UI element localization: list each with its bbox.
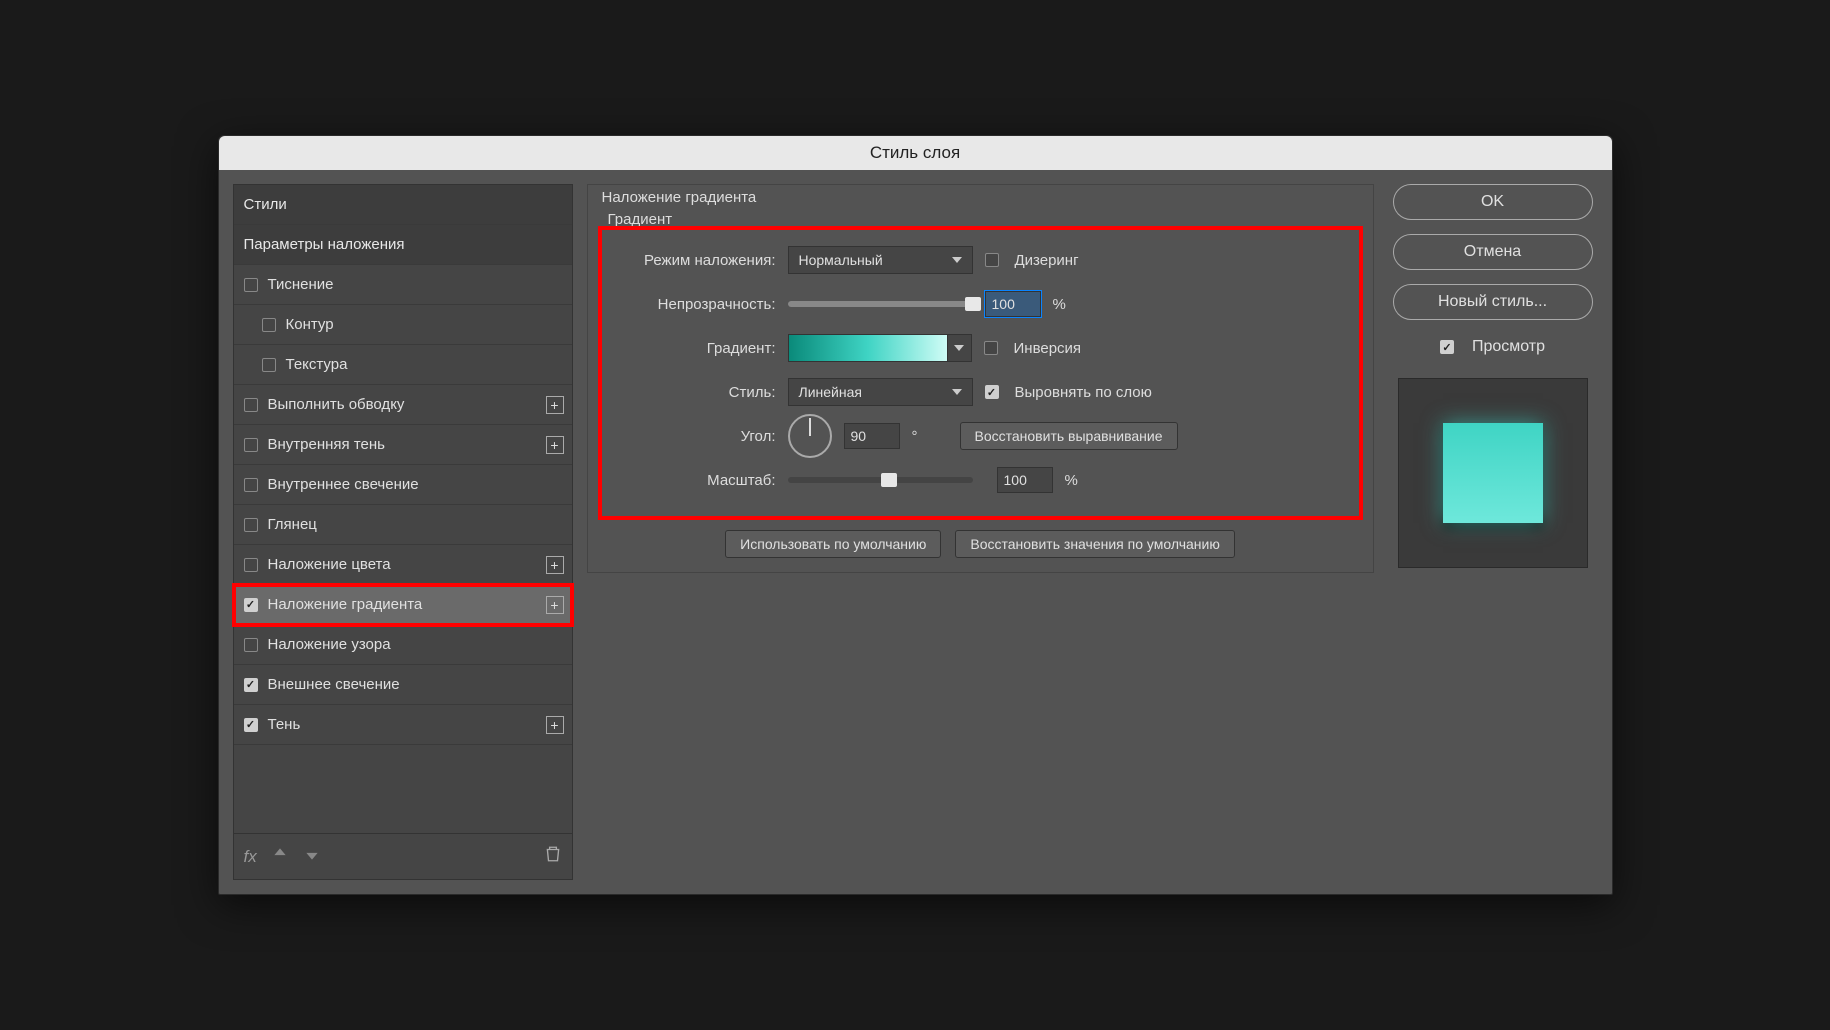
sidebar-item-label: Наложение цвета [268, 556, 391, 573]
right-buttons: OK Отмена Новый стиль... Просмотр [1388, 184, 1598, 880]
gradient-dropdown[interactable] [948, 334, 972, 362]
sidebar-item-2[interactable]: Текстура [234, 345, 572, 385]
sidebar-item-label: Внутреннее свечение [268, 476, 419, 493]
sidebar-item-10[interactable]: Внешнее свечение [234, 665, 572, 705]
scale-slider[interactable] [788, 477, 973, 483]
sidebar-item-label: Тень [268, 716, 301, 733]
controls-highlighted: Режим наложения: Нормальный Дизеринг Неп… [602, 230, 1359, 516]
sidebar-item-8[interactable]: Наложение градиента + [234, 585, 572, 625]
preview-label: Просмотр [1472, 338, 1545, 356]
reset-alignment-button[interactable]: Восстановить выравнивание [960, 422, 1178, 450]
reset-default-button[interactable]: Восстановить значения по умолчанию [955, 530, 1234, 558]
cancel-button[interactable]: Отмена [1393, 234, 1593, 270]
sidebar-item-0[interactable]: Тиснение [234, 265, 572, 305]
sidebar-item-1[interactable]: Контур [234, 305, 572, 345]
sidebar-item-label: Внешнее свечение [268, 676, 400, 693]
dither-label: Дизеринг [1015, 252, 1079, 269]
reverse-checkbox[interactable]: Инверсия [984, 340, 1082, 357]
sidebar-item-label: Тиснение [268, 276, 334, 293]
opacity-slider[interactable] [788, 301, 973, 307]
plus-icon[interactable]: + [546, 556, 564, 574]
scale-unit: % [1065, 472, 1078, 489]
plus-icon[interactable]: + [546, 716, 564, 734]
angle-unit: ° [912, 428, 918, 445]
arrow-down-icon[interactable] [303, 845, 321, 868]
plus-icon[interactable]: + [546, 596, 564, 614]
scale-input[interactable] [997, 467, 1053, 493]
sidebar-item-4[interactable]: Внутренняя тень + [234, 425, 572, 465]
angle-label: Угол: [616, 428, 776, 445]
scale-label: Масштаб: [616, 472, 776, 489]
sidebar-item-label: Наложение градиента [268, 596, 423, 613]
checkbox-icon[interactable] [244, 398, 258, 412]
align-checkbox[interactable]: Выровнять по слою [985, 384, 1152, 401]
sidebar-item-9[interactable]: Наложение узора [234, 625, 572, 665]
layer-style-dialog: Стиль слоя Стили Параметры наложения Тис… [218, 135, 1613, 895]
checkbox-icon[interactable] [244, 518, 258, 532]
group-title: Наложение градиента [596, 189, 763, 206]
sidebar-item-label: Контур [286, 316, 334, 333]
ok-button[interactable]: OK [1393, 184, 1593, 220]
opacity-label: Непрозрачность: [616, 296, 776, 313]
gradient-label: Градиент: [616, 340, 776, 357]
sidebar-item-label: Внутренняя тень [268, 436, 385, 453]
checkbox-icon[interactable] [244, 638, 258, 652]
new-style-button[interactable]: Новый стиль... [1393, 284, 1593, 320]
checkbox-icon[interactable] [262, 318, 276, 332]
checkbox-icon[interactable] [244, 558, 258, 572]
checkbox-icon[interactable] [244, 678, 258, 692]
sidebar-footer: fx [234, 833, 572, 879]
sidebar-item-11[interactable]: Тень + [234, 705, 572, 745]
angle-input[interactable] [844, 423, 900, 449]
align-label: Выровнять по слою [1015, 384, 1152, 401]
sidebar-header-blending[interactable]: Параметры наложения [234, 225, 572, 265]
checkbox-icon[interactable] [244, 718, 258, 732]
blend-mode-label: Режим наложения: [616, 252, 776, 269]
sub-title: Градиент [608, 211, 1359, 228]
preview-swatch [1443, 423, 1543, 523]
blend-mode-select[interactable]: Нормальный [788, 246, 973, 274]
checkbox-icon[interactable] [244, 438, 258, 452]
arrow-up-icon[interactable] [271, 845, 289, 868]
checkbox-icon[interactable] [262, 358, 276, 372]
preview-box [1398, 378, 1588, 568]
plus-icon[interactable]: + [546, 396, 564, 414]
angle-dial[interactable] [788, 414, 832, 458]
sidebar-item-label: Текстура [286, 356, 348, 373]
styles-sidebar: Стили Параметры наложения Тиснение Контур… [233, 184, 573, 880]
plus-icon[interactable]: + [546, 436, 564, 454]
gradient-preview[interactable] [788, 334, 948, 362]
trash-icon[interactable] [544, 845, 562, 868]
sidebar-item-label: Глянец [268, 516, 317, 533]
checkbox-icon[interactable] [244, 478, 258, 492]
sidebar-item-7[interactable]: Наложение цвета + [234, 545, 572, 585]
dither-checkbox[interactable]: Дизеринг [985, 252, 1079, 269]
sidebar-item-5[interactable]: Внутреннее свечение [234, 465, 572, 505]
sidebar-item-3[interactable]: Выполнить обводку + [234, 385, 572, 425]
fx-icon[interactable]: fx [244, 847, 257, 867]
make-default-button[interactable]: Использовать по умолчанию [725, 530, 941, 558]
gradient-overlay-group: Наложение градиента Градиент Режим налож… [587, 184, 1374, 573]
opacity-input[interactable] [985, 291, 1041, 317]
reverse-label: Инверсия [1014, 340, 1082, 357]
sidebar-header-styles[interactable]: Стили [234, 185, 572, 225]
checkbox-icon[interactable] [244, 598, 258, 612]
dialog-title: Стиль слоя [219, 136, 1612, 170]
style-label: Стиль: [616, 384, 776, 401]
settings-panel: Наложение градиента Градиент Режим налож… [587, 184, 1374, 880]
style-select[interactable]: Линейная [788, 378, 973, 406]
sidebar-item-6[interactable]: Глянец [234, 505, 572, 545]
checkbox-icon[interactable] [244, 278, 258, 292]
sidebar-item-label: Выполнить обводку [268, 396, 405, 413]
sidebar-item-label: Наложение узора [268, 636, 391, 653]
opacity-unit: % [1053, 296, 1066, 313]
preview-checkbox[interactable]: Просмотр [1440, 338, 1545, 356]
